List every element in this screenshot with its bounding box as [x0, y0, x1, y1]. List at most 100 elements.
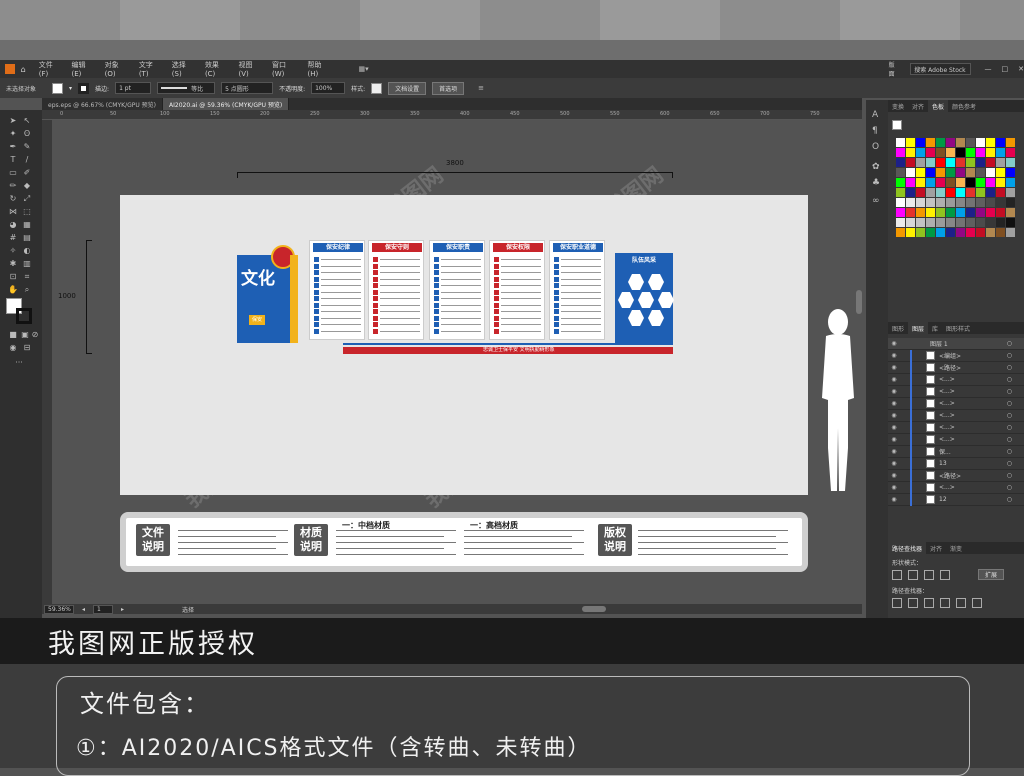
- tab-graphics[interactable]: 图形: [888, 322, 908, 334]
- menu-object[interactable]: 对象(O): [100, 60, 134, 78]
- color-swatch[interactable]: [936, 168, 945, 177]
- color-swatch[interactable]: [946, 138, 955, 147]
- color-swatch[interactable]: [996, 158, 1005, 167]
- color-swatch[interactable]: [896, 218, 905, 227]
- color-swatch[interactable]: [916, 188, 925, 197]
- layer-target-icon[interactable]: ○: [1007, 388, 1012, 395]
- color-swatch[interactable]: [966, 148, 975, 157]
- color-swatch[interactable]: [956, 138, 965, 147]
- vertical-scrollbar-thumb[interactable]: [856, 290, 862, 314]
- color-swatch[interactable]: [956, 228, 965, 237]
- layer-row[interactable]: ◉ <...> ○: [888, 481, 1024, 494]
- lasso-icon[interactable]: ʘ: [22, 129, 32, 139]
- menu-help[interactable]: 帮助(H): [303, 60, 337, 78]
- blend-tool-icon[interactable]: ◐: [22, 246, 32, 256]
- color-swatch[interactable]: [916, 228, 925, 237]
- tab-eps[interactable]: eps.eps @ 66.67% (CMYK/GPU 预览): [42, 98, 163, 110]
- layer-row[interactable]: ◉ 13 ○: [888, 457, 1024, 470]
- layer-row[interactable]: ◉ <路径> ○: [888, 361, 1024, 374]
- color-swatch[interactable]: [996, 148, 1005, 157]
- color-swatch[interactable]: [936, 218, 945, 227]
- type-tool-icon[interactable]: T: [8, 155, 18, 165]
- menu-edit[interactable]: 编辑(E): [67, 60, 100, 78]
- visibility-eye-icon[interactable]: ◉: [888, 460, 900, 467]
- color-swatch[interactable]: [966, 198, 975, 207]
- prev-artboard-icon[interactable]: ◂: [82, 606, 85, 613]
- layer-row-top[interactable]: ◉ 图层 1 ○: [888, 338, 1024, 350]
- color-swatch[interactable]: [956, 148, 965, 157]
- visibility-eye-icon[interactable]: ◉: [888, 388, 900, 395]
- layer-target-icon[interactable]: ○: [1007, 496, 1012, 503]
- color-swatch[interactable]: [956, 218, 965, 227]
- color-swatch[interactable]: [996, 218, 1005, 227]
- tab-swatches[interactable]: 色板: [928, 100, 949, 112]
- color-swatch[interactable]: [1006, 158, 1015, 167]
- color-swatch[interactable]: [936, 188, 945, 197]
- minus-back-icon[interactable]: [972, 598, 982, 608]
- opacity-input[interactable]: 100%: [311, 82, 346, 94]
- color-swatch[interactable]: [966, 228, 975, 237]
- color-swatch[interactable]: [1006, 148, 1015, 157]
- layer-target-icon[interactable]: ○: [1007, 364, 1012, 371]
- color-swatch[interactable]: [986, 208, 995, 217]
- color-swatch[interactable]: [956, 198, 965, 207]
- visibility-eye-icon[interactable]: ◉: [888, 340, 900, 347]
- color-swatch[interactable]: [976, 208, 985, 217]
- color-swatch[interactable]: [986, 148, 995, 157]
- color-swatch[interactable]: [996, 178, 1005, 187]
- color-swatch[interactable]: [936, 178, 945, 187]
- color-swatch[interactable]: [966, 208, 975, 217]
- color-swatch[interactable]: [896, 138, 905, 147]
- tab-align-2[interactable]: 对齐: [926, 542, 946, 554]
- color-swatch[interactable]: [946, 148, 955, 157]
- color-swatch[interactable]: [966, 218, 975, 227]
- outline-icon[interactable]: [956, 598, 966, 608]
- color-swatch[interactable]: [996, 138, 1005, 147]
- divide-icon[interactable]: [892, 598, 902, 608]
- fill-swatch[interactable]: [52, 82, 64, 94]
- visibility-eye-icon[interactable]: ◉: [888, 424, 900, 431]
- perspective-grid-icon[interactable]: ▦: [22, 220, 32, 230]
- tab-align[interactable]: 对齐: [908, 100, 928, 112]
- color-swatch[interactable]: [906, 168, 915, 177]
- layer-target-icon[interactable]: ○: [1007, 400, 1012, 407]
- color-swatch[interactable]: [906, 228, 915, 237]
- zoom-level-field[interactable]: 59.36%: [44, 604, 74, 614]
- visibility-eye-icon[interactable]: ◉: [888, 352, 900, 359]
- artboard-number-field[interactable]: 1: [93, 604, 114, 614]
- color-swatch[interactable]: [906, 198, 915, 207]
- width-tool-icon[interactable]: ⋈: [8, 207, 18, 217]
- color-swatch[interactable]: [986, 198, 995, 207]
- layer-target-icon[interactable]: ○: [1007, 472, 1012, 479]
- layer-target-icon[interactable]: ○: [1007, 340, 1012, 347]
- color-swatch[interactable]: [956, 188, 965, 197]
- opentype-panel-icon[interactable]: O: [872, 142, 879, 152]
- visibility-eye-icon[interactable]: ◉: [888, 472, 900, 479]
- color-swatch[interactable]: [916, 218, 925, 227]
- color-swatch[interactable]: [926, 188, 935, 197]
- unite-icon[interactable]: [892, 570, 902, 580]
- trim-icon[interactable]: [908, 598, 918, 608]
- color-swatch[interactable]: [986, 168, 995, 177]
- color-swatch[interactable]: [1006, 138, 1015, 147]
- close-button[interactable]: ✕: [1018, 65, 1024, 73]
- color-swatch[interactable]: [976, 168, 985, 177]
- color-swatch[interactable]: [906, 208, 915, 217]
- visibility-eye-icon[interactable]: ◉: [888, 484, 900, 491]
- layer-row[interactable]: ◉ <编组> ○: [888, 349, 1024, 362]
- color-swatch[interactable]: [966, 138, 975, 147]
- color-swatch[interactable]: [976, 148, 985, 157]
- visibility-eye-icon[interactable]: ◉: [888, 376, 900, 383]
- color-swatch[interactable]: [906, 158, 915, 167]
- color-swatch[interactable]: [966, 178, 975, 187]
- artboard-tool-icon[interactable]: ⊡: [8, 272, 18, 282]
- menu-type[interactable]: 文字(T): [134, 60, 167, 78]
- color-swatch[interactable]: [926, 198, 935, 207]
- active-swatch[interactable]: [892, 120, 902, 130]
- layer-target-icon[interactable]: ○: [1007, 376, 1012, 383]
- visibility-eye-icon[interactable]: ◉: [888, 436, 900, 443]
- color-swatch[interactable]: [1006, 218, 1015, 227]
- tab-transform[interactable]: 变换: [888, 100, 908, 112]
- color-swatch[interactable]: [906, 138, 915, 147]
- color-swatch[interactable]: [896, 228, 905, 237]
